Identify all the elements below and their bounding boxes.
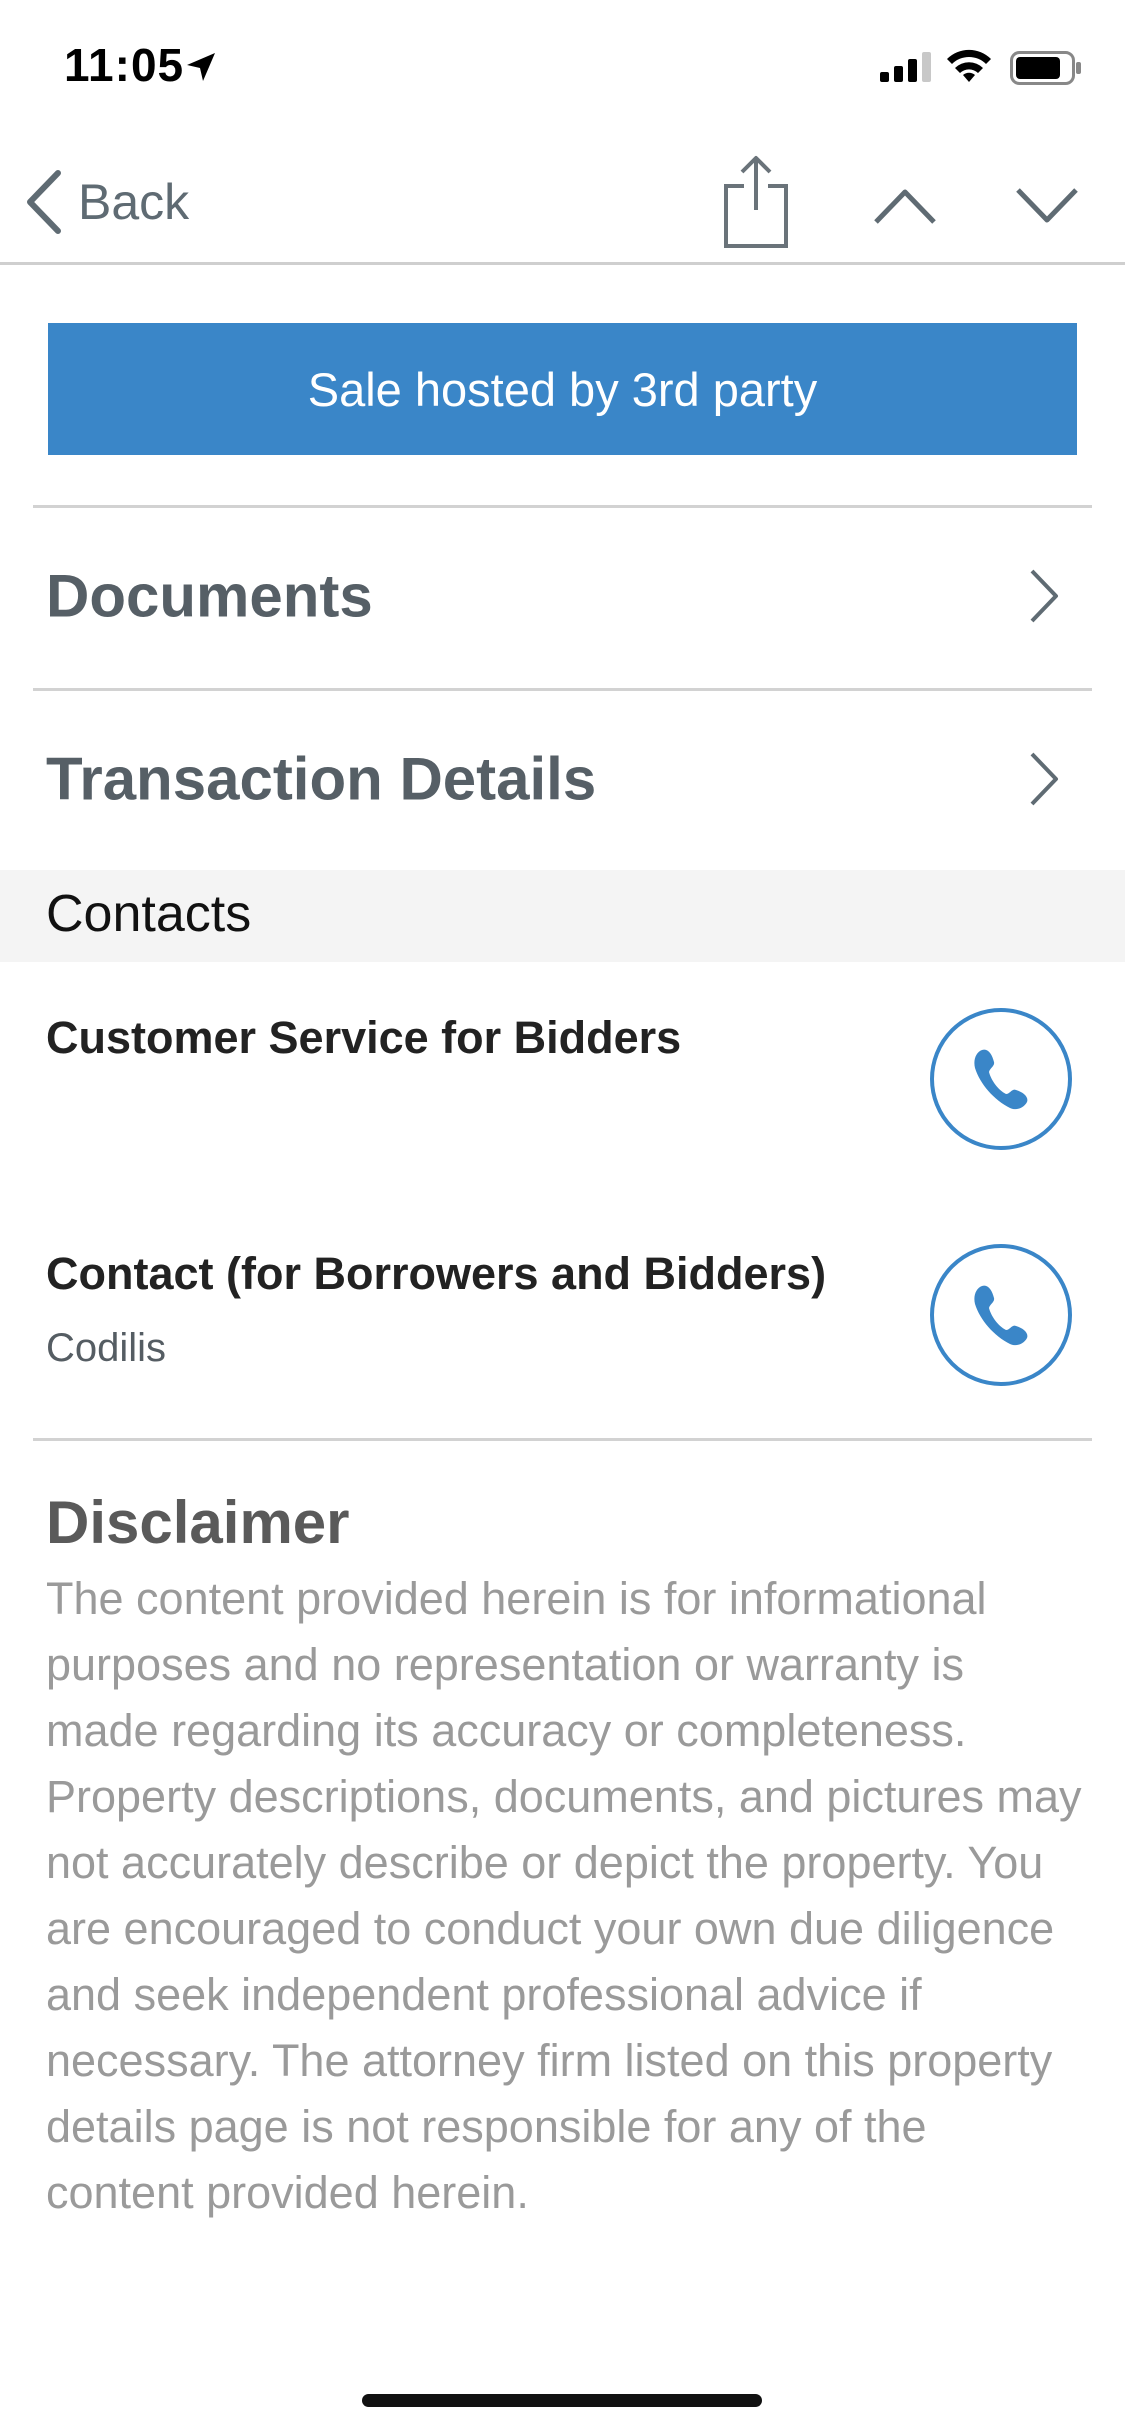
transaction-details-row[interactable]: Transaction Details <box>0 690 1125 868</box>
signal-icon <box>880 52 931 82</box>
back-button[interactable]: Back <box>24 162 189 242</box>
documents-row[interactable]: Documents <box>0 507 1125 685</box>
documents-label: Documents <box>46 562 373 630</box>
chevron-up-icon[interactable] <box>870 170 940 240</box>
divider <box>33 1438 1092 1441</box>
disclaimer-title: Disclaimer <box>46 1489 350 1556</box>
transaction-details-label: Transaction Details <box>46 745 597 813</box>
contact-company: Codilis <box>46 1326 167 1370</box>
chevron-down-icon[interactable] <box>1012 170 1082 240</box>
share-icon[interactable] <box>720 154 792 250</box>
call-button[interactable] <box>930 1008 1072 1150</box>
call-button[interactable] <box>930 1244 1072 1386</box>
chevron-right-icon <box>1030 569 1058 623</box>
home-indicator[interactable] <box>362 2394 762 2407</box>
sale-hosted-banner[interactable]: Sale hosted by 3rd party <box>48 323 1077 455</box>
contacts-section-header: Contacts <box>0 870 1125 962</box>
back-label: Back <box>78 174 190 230</box>
phone-icon <box>974 1285 1028 1346</box>
battery-icon <box>1010 51 1081 85</box>
contacts-header-label: Contacts <box>46 885 252 943</box>
wifi-icon <box>947 49 991 82</box>
contact-name: Customer Service for Bidders <box>46 1012 682 1063</box>
status-time: 11:05 <box>64 39 185 91</box>
back-chevron-icon <box>27 170 61 234</box>
status-bar: 11:05 <box>0 0 1125 140</box>
navigation-bar: Back <box>0 140 1125 265</box>
location-arrow-icon <box>187 53 215 81</box>
chevron-right-icon <box>1030 752 1058 806</box>
contact-name: Contact (for Borrowers and Bidders) <box>46 1248 827 1299</box>
disclaimer-text: The content provided herein is for infor… <box>46 1573 1082 2218</box>
phone-icon <box>974 1049 1028 1110</box>
